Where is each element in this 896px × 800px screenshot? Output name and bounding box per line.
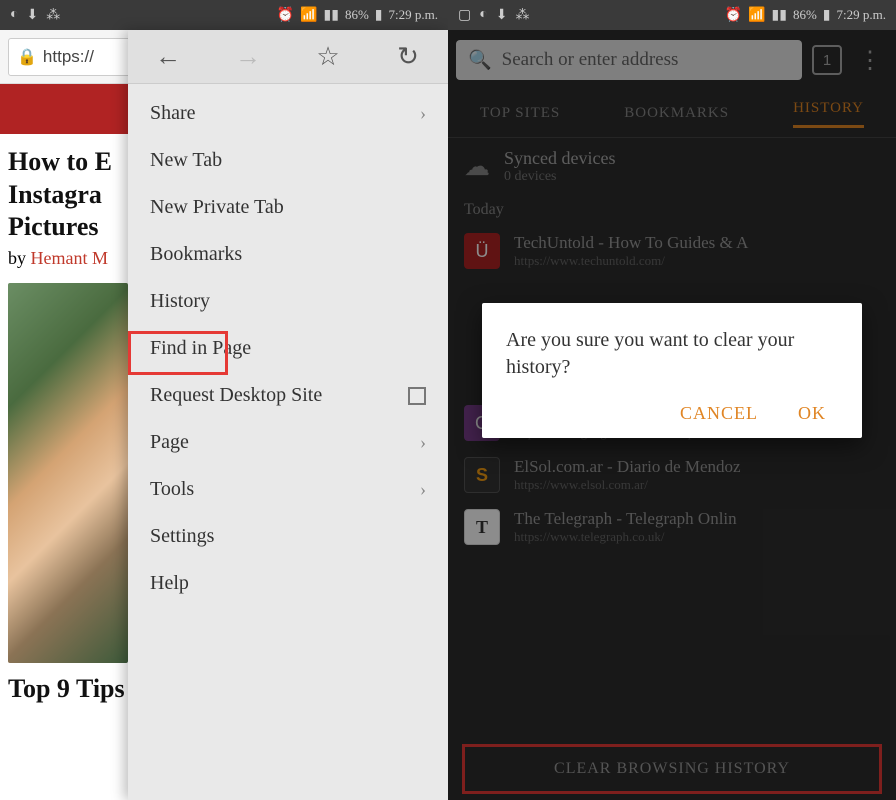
checkbox-icon[interactable] (408, 387, 426, 405)
menu-find[interactable]: Find in Page (128, 325, 448, 372)
status-bar: ◐ ⬇ ⁂ ⏰ 📶 ▮▮ 86% ▮ 7:29 p.m. (0, 0, 448, 30)
menu-history[interactable]: History (128, 278, 448, 325)
menu-request-desktop[interactable]: Request Desktop Site (128, 372, 448, 419)
app-icon: ◐ (10, 7, 18, 23)
ok-button[interactable]: OK (798, 403, 826, 424)
menu-page[interactable]: Page› (128, 419, 448, 466)
author-link[interactable]: Hemant M (31, 248, 108, 268)
lock-icon: 🔒 (17, 47, 37, 67)
url-text: https:// (43, 47, 94, 67)
right-screen: ▢ ◐ ⬇ ⁂ ⏰ 📶 ▮▮ 86% ▮ 7:29 p.m. 🔍 Search … (448, 0, 896, 800)
chevron-right-icon: › (420, 432, 426, 453)
download-icon: ⬇ (26, 7, 38, 24)
battery-text: 86% (345, 7, 369, 23)
bookmark-star-button[interactable]: ☆ (308, 42, 348, 72)
menu-share[interactable]: Share› (128, 90, 448, 137)
back-button[interactable]: ← (148, 42, 188, 72)
article-photo (8, 283, 128, 663)
menu-bookmarks[interactable]: Bookmarks (128, 231, 448, 278)
cancel-button[interactable]: CANCEL (680, 403, 758, 424)
menu-tools[interactable]: Tools› (128, 466, 448, 513)
browser-menu: ← → ☆ ↻ Share› New Tab New Private Tab B… (128, 30, 448, 800)
dialog-overlay: Are you sure you want to clear your hist… (448, 0, 896, 800)
battery-icon: ▮ (375, 7, 383, 24)
menu-toolbar: ← → ☆ ↻ (128, 30, 448, 84)
chevron-right-icon: › (420, 479, 426, 500)
menu-help[interactable]: Help (128, 560, 448, 607)
menu-settings[interactable]: Settings (128, 513, 448, 560)
reload-button[interactable]: ↻ (388, 42, 428, 72)
signal-icon: ▮▮ (324, 7, 339, 24)
menu-new-private-tab[interactable]: New Private Tab (128, 184, 448, 231)
wifi-icon: 📶 (300, 7, 317, 24)
chevron-right-icon: › (420, 103, 426, 124)
menu-new-tab[interactable]: New Tab (128, 137, 448, 184)
clock-text: 7:29 p.m. (389, 7, 438, 23)
confirm-dialog: Are you sure you want to clear your hist… (482, 303, 862, 438)
alarm-icon: ⏰ (277, 7, 294, 24)
forward-button: → (228, 42, 268, 72)
bt-icon: ⁂ (46, 7, 60, 24)
left-screen: ◐ ⬇ ⁂ ⏰ 📶 ▮▮ 86% ▮ 7:29 p.m. 🔒 https:// (0, 0, 448, 800)
dialog-message: Are you sure you want to clear your hist… (506, 327, 838, 381)
